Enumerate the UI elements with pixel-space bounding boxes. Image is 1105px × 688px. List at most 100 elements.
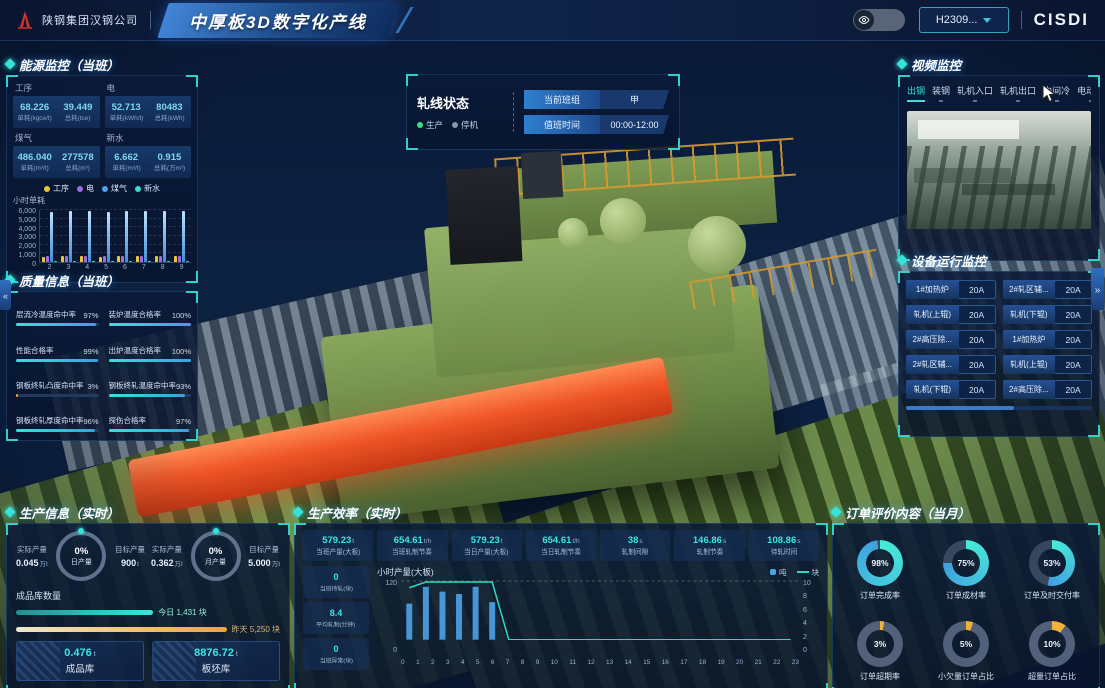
progress-fill: [109, 323, 192, 326]
video-tab-label: 出钢: [907, 84, 925, 97]
video-tab[interactable]: 中间冷: [1043, 84, 1070, 102]
energy-legend: 工序 电 煤气 新水: [13, 183, 191, 194]
panel-title: 视频监控: [911, 55, 961, 74]
quality-value: 97%: [176, 417, 191, 426]
equipment-current: 20A: [959, 380, 996, 399]
progress-fill: [109, 359, 192, 362]
production-gauge: 实际产量 0.045万t 0% 日产量 目标产量 900t: [16, 531, 145, 581]
collapse-right-button[interactable]: [1091, 268, 1104, 310]
inventory-bar-label: 昨天 5,250 块: [232, 624, 280, 635]
inventory-bars: 今日 1,431 块 昨天 5,250 块: [16, 607, 280, 635]
video-tab[interactable]: 电动热: [1077, 84, 1091, 102]
progress-fill: [16, 359, 98, 362]
equipment-current: 20A: [959, 355, 996, 374]
energy-value: 68.226: [13, 102, 56, 113]
collapse-right-icon: [1095, 280, 1101, 298]
y-tick: 0: [377, 647, 397, 654]
bar: [140, 256, 143, 262]
progress-track: [16, 359, 99, 362]
legend-dot: [77, 186, 83, 192]
legend-line: [797, 571, 809, 573]
panel-title-row: 能源监控（当班）: [6, 56, 198, 72]
vertical-divider: [513, 92, 514, 132]
equipment-item: 轧机(上辊) 20A: [906, 305, 996, 324]
status-info-row: 值班时间 00:00-12:00: [524, 115, 669, 134]
energy-unit-label: 单耗(kgce/t): [15, 113, 55, 122]
tab-underline: [973, 100, 977, 102]
quality-label: 钢板终轧厚度命中率: [16, 415, 84, 426]
scrollbar-thumb[interactable]: [906, 406, 1014, 410]
unit: s: [797, 538, 800, 545]
efficiency-stat: 579.23t 当日产量(大板): [452, 530, 522, 561]
video-tab[interactable]: 轧机出口: [1000, 84, 1036, 102]
x-tick: 21: [755, 659, 762, 666]
warehouse-value: 8876.72: [194, 647, 234, 659]
camera-feed[interactable]: [907, 111, 1091, 229]
equipment-grid: 1#加热炉 20A 2#轧区辅... 20A 轧机(上辊) 20A 轧: [906, 280, 1092, 399]
bar-group: 9: [174, 210, 189, 262]
bar: [73, 261, 76, 262]
panel-title: 能源监控（当班）: [19, 55, 119, 74]
gauge-ring: 0% 日产量: [56, 531, 106, 581]
quality-value: 99%: [84, 347, 99, 356]
x-tick: 7: [142, 264, 146, 271]
production-box: 实际产量 0.045万t 0% 日产量 目标产量 900t: [6, 523, 290, 688]
legend-label: 工序: [53, 183, 69, 194]
bar: [65, 256, 68, 262]
status-info-row: 当前班组 甲: [524, 90, 669, 109]
inventory-bar-fill: [16, 610, 153, 615]
video-tab-label: 装钢: [932, 84, 950, 97]
donut-percent: 3%: [857, 621, 903, 667]
side-stat-label: 平均轧制(分钟): [316, 619, 355, 628]
unit: t: [236, 651, 238, 658]
collapse-left-button[interactable]: [0, 280, 11, 310]
y-tick: 6: [803, 607, 819, 614]
bar-group: 8: [155, 210, 170, 262]
quality-item: 装炉温度合格率 100%: [109, 300, 192, 326]
equipment-scrollbar: [906, 406, 1092, 410]
x-tick: 15: [643, 659, 650, 666]
efficiency-stat: 579.23t 当班产量(大板): [303, 530, 373, 561]
video-monitor-panel: 视频监控 出钢 装钢 轧机入口: [898, 56, 1100, 261]
right-y-axis: 1086420: [803, 580, 819, 654]
brand-logo: CISDI: [1034, 10, 1089, 30]
stat-label: 轧制间隙: [622, 547, 649, 557]
quality-value: 100%: [172, 311, 191, 320]
tab-underline: [1055, 100, 1059, 102]
video-tab[interactable]: 装钢: [932, 84, 950, 102]
x-tick: 14: [625, 659, 632, 666]
equipment-label: 1#加热炉: [1003, 330, 1056, 349]
progress-track: [16, 429, 99, 432]
legend-dot: [770, 569, 776, 575]
target-output-value: 5.000: [248, 558, 271, 568]
dashboard: 陕钢集团汉钢公司 中厚板3D数字化产线 H2309... CISDI: [0, 0, 1105, 688]
hourly-svg: [401, 580, 799, 640]
x-tick: 20: [736, 659, 743, 666]
bar-group: 3: [61, 210, 76, 262]
video-tab[interactable]: 轧机入口: [957, 84, 993, 102]
x-tick: 22: [773, 659, 780, 666]
visibility-toggle[interactable]: [853, 9, 905, 31]
y-tick: 0: [803, 647, 819, 654]
page-title: 中厚板3D数字化产线: [189, 8, 367, 33]
warehouse-boxes: 0.476t 成品库 8876.72t 板坯库: [16, 641, 280, 681]
y-tick: 4,000: [13, 226, 36, 233]
panel-title: 生产信息（实时）: [19, 503, 119, 522]
heat-number-select[interactable]: H2309...: [919, 7, 1009, 33]
header-divider: [1021, 11, 1022, 29]
status-info-label: 值班时间: [524, 115, 600, 134]
bar: [103, 256, 106, 262]
efficiency-stat: 108.86s 待轧时间: [749, 530, 819, 561]
stat-value: 654.61: [394, 535, 423, 546]
y-tick: 10: [803, 580, 819, 587]
legend-label: 电: [86, 183, 94, 194]
equipment-current: 20A: [959, 280, 996, 299]
bar: [46, 256, 49, 262]
donut-ring: 5%: [943, 621, 989, 667]
stat-label: 当日轧制节奏: [541, 547, 581, 557]
energy-card: 煤气 486.040 单耗(m³/t) 277578 总耗(m³): [13, 131, 100, 178]
side-stat-value: 0: [333, 644, 338, 654]
equipment-current: 20A: [1055, 280, 1092, 299]
video-tab[interactable]: 出钢: [907, 84, 925, 102]
stat-label: 轧制节奏: [696, 547, 723, 557]
